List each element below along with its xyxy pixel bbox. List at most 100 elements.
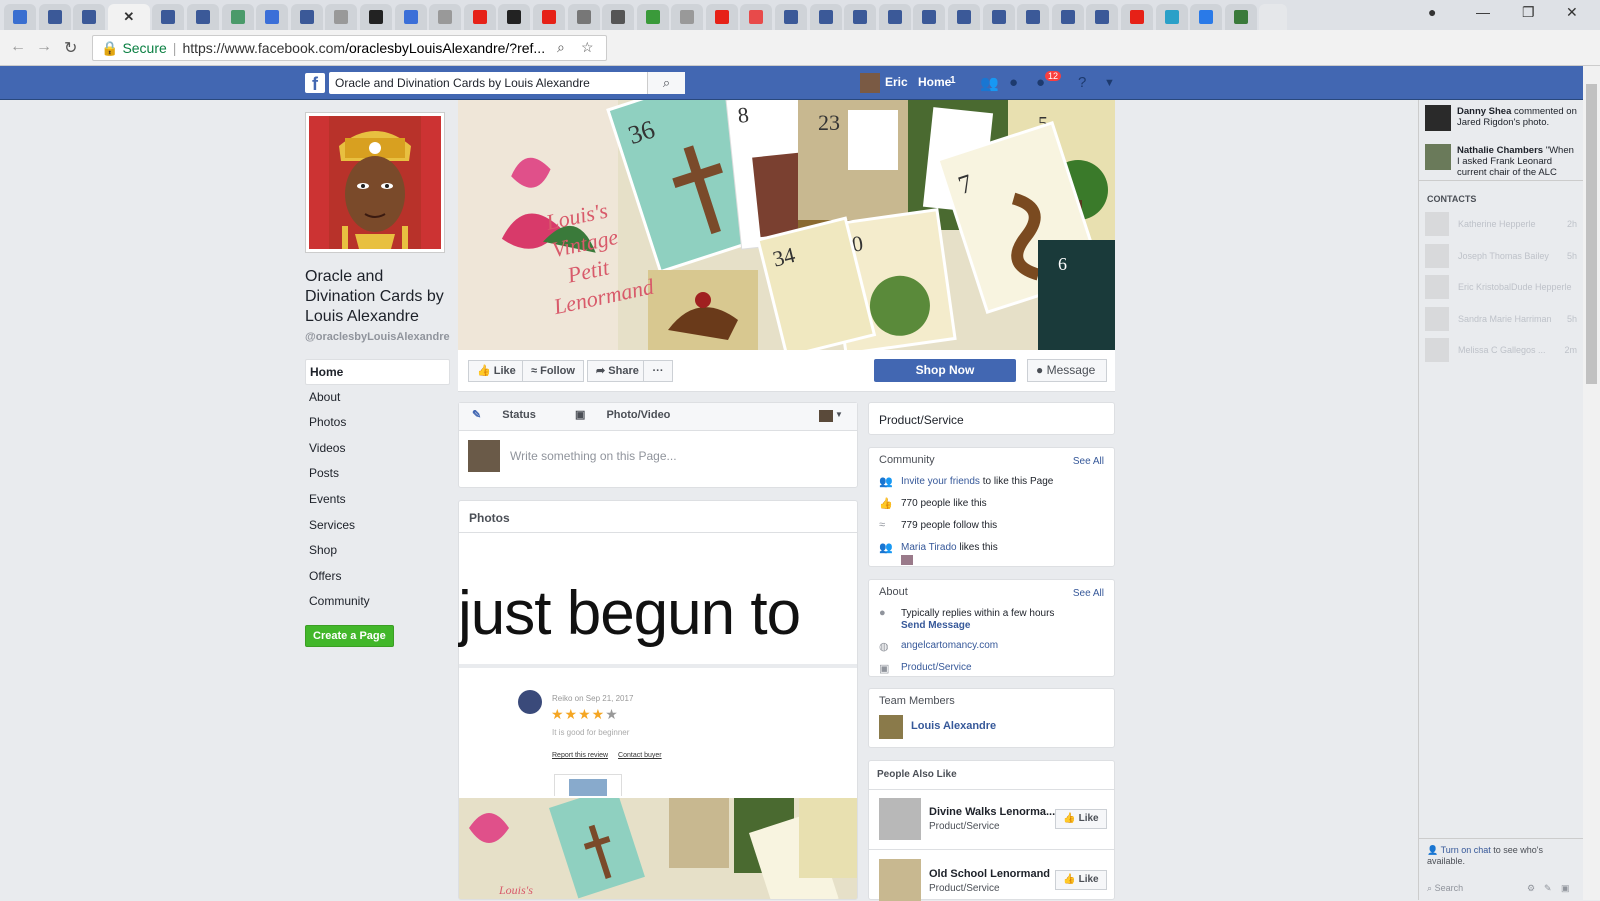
account-menu-icon[interactable]: ▼ bbox=[1104, 77, 1115, 89]
browser-tab[interactable] bbox=[878, 4, 911, 30]
website-link[interactable]: angelcartomancy.com bbox=[901, 640, 998, 651]
profile-icon[interactable]: ● bbox=[1428, 4, 1436, 20]
page-nav-item-home[interactable]: Home bbox=[305, 359, 450, 385]
close-tab-icon[interactable]: ✕ bbox=[122, 9, 136, 24]
search-button-icon[interactable]: ⌕ bbox=[647, 72, 685, 94]
maximize-icon[interactable]: ❐ bbox=[1522, 4, 1535, 21]
browser-tab[interactable] bbox=[740, 4, 773, 30]
message-button[interactable]: ● Message bbox=[1027, 359, 1107, 382]
browser-tab[interactable] bbox=[1121, 4, 1153, 30]
browser-tab[interactable] bbox=[1224, 4, 1257, 30]
invite-friends-link[interactable]: Invite your friends bbox=[901, 476, 980, 487]
browser-tab[interactable] bbox=[463, 4, 496, 30]
team-member-avatar[interactable] bbox=[879, 715, 903, 739]
team-member-link[interactable]: Louis Alexandre bbox=[911, 720, 996, 732]
page-nav-item-services[interactable]: Services bbox=[305, 513, 450, 539]
suggested-page-name[interactable]: Old School Lenormand bbox=[929, 868, 1050, 880]
follow-button[interactable]: ≈ Follow bbox=[522, 360, 584, 382]
photos-title[interactable]: Photos bbox=[469, 511, 510, 525]
reload-icon[interactable]: ↻ bbox=[64, 38, 77, 58]
browser-tab[interactable] bbox=[290, 4, 323, 30]
community-see-all-link[interactable]: See All bbox=[1073, 456, 1104, 467]
page-nav-item-photos[interactable]: Photos bbox=[305, 410, 450, 436]
browser-tab[interactable] bbox=[429, 4, 462, 30]
status-tab[interactable]: ✎ Status bbox=[472, 409, 554, 421]
browser-tab[interactable] bbox=[532, 4, 565, 30]
forward-icon[interactable]: → bbox=[36, 38, 52, 56]
cover-photo[interactable]: 36 8 23 5 7 6 20 34 Louis's Vintage Peti… bbox=[458, 100, 1115, 350]
photo-thumbnail-cover[interactable]: Louis's bbox=[459, 786, 857, 899]
minimize-icon[interactable]: — bbox=[1476, 4, 1490, 20]
browser-tab[interactable] bbox=[705, 4, 738, 30]
page-nav-item-videos[interactable]: Videos bbox=[305, 436, 450, 462]
turn-on-chat-link[interactable]: Turn on chat bbox=[1441, 845, 1491, 855]
bookmark-star-icon[interactable]: ☆ bbox=[581, 39, 594, 56]
page-nav-item-offers[interactable]: Offers bbox=[305, 564, 450, 590]
browser-tab[interactable] bbox=[38, 4, 71, 30]
help-icon[interactable]: ? bbox=[1078, 74, 1086, 91]
browser-tab[interactable] bbox=[602, 4, 635, 30]
user-avatar[interactable] bbox=[860, 73, 880, 93]
browser-tab[interactable] bbox=[1051, 4, 1084, 30]
browser-tab[interactable] bbox=[1190, 4, 1223, 30]
chat-contact[interactable]: Sandra Marie Harriman 5h bbox=[1425, 306, 1585, 331]
url-bar[interactable]: 🔒 Secure | https://www.facebook.com/orac… bbox=[92, 35, 607, 61]
composer-input[interactable]: Write something on this Page... bbox=[510, 449, 677, 463]
browser-tab[interactable] bbox=[152, 4, 185, 30]
share-button[interactable]: ➦ Share bbox=[587, 360, 648, 382]
browser-tab[interactable] bbox=[4, 4, 36, 30]
page-nav-item-posts[interactable]: Posts bbox=[305, 461, 450, 487]
page-nav-item-shop[interactable]: Shop bbox=[305, 538, 450, 564]
suggested-page-like-button[interactable]: 👍 Like bbox=[1055, 870, 1107, 890]
browser-tab[interactable] bbox=[498, 4, 531, 30]
facebook-search-input[interactable]: Oracle and Divination Cards by Louis Ale… bbox=[329, 72, 685, 94]
browser-tab[interactable] bbox=[221, 4, 254, 30]
browser-tab[interactable] bbox=[844, 4, 877, 30]
friend-avatar[interactable] bbox=[901, 555, 913, 565]
chat-contact[interactable]: Eric KristobalDude Hepperle bbox=[1425, 275, 1585, 299]
browser-tab[interactable] bbox=[73, 4, 106, 30]
browser-tab[interactable] bbox=[256, 4, 289, 30]
browser-tab[interactable] bbox=[1086, 4, 1119, 30]
chevron-down-icon[interactable]: ▼ bbox=[835, 410, 843, 419]
browser-tab[interactable] bbox=[1017, 4, 1050, 30]
browser-tab[interactable] bbox=[394, 4, 427, 30]
suggested-page-image[interactable] bbox=[879, 798, 921, 840]
ticker-avatar[interactable] bbox=[1425, 144, 1451, 170]
review-screenshot[interactable]: Reiko on Sep 21, 2017 ★★★★★ It is good f… bbox=[458, 666, 856, 796]
page-nav-item-community[interactable]: Community bbox=[305, 589, 450, 615]
page-nav-item-about[interactable]: About bbox=[305, 385, 450, 411]
compose-icon[interactable]: ✎ bbox=[1544, 883, 1552, 894]
more-options-button[interactable]: ··· bbox=[643, 360, 673, 382]
browser-tab[interactable] bbox=[325, 4, 358, 30]
photo-video-tab[interactable]: ▣ Photo/Video bbox=[575, 409, 688, 421]
browser-tab[interactable] bbox=[636, 4, 669, 30]
browser-tab[interactable] bbox=[567, 4, 600, 30]
suggested-page-like-button[interactable]: 👍 Like bbox=[1055, 809, 1107, 829]
about-see-all-link[interactable]: See All bbox=[1073, 588, 1104, 599]
create-page-button[interactable]: Create a Page bbox=[305, 624, 394, 647]
facebook-logo-icon[interactable]: f bbox=[305, 73, 325, 94]
browser-tab[interactable] bbox=[809, 4, 842, 30]
chat-settings-icon[interactable]: ⚙ bbox=[1527, 883, 1535, 894]
composer-avatar-selector[interactable] bbox=[819, 410, 833, 422]
chat-contact[interactable]: Joseph Thomas Bailey 5h bbox=[1425, 243, 1585, 268]
chat-contact[interactable]: Melissa C Gallegos ... 2m bbox=[1425, 338, 1585, 362]
shop-now-button[interactable]: Shop Now bbox=[874, 359, 1016, 382]
chat-contact[interactable]: Katherine Hepperle 2h bbox=[1425, 212, 1585, 236]
close-window-icon[interactable]: ✕ bbox=[1566, 4, 1578, 21]
send-message-link[interactable]: Send Message bbox=[901, 620, 970, 631]
browser-tab[interactable] bbox=[775, 4, 808, 30]
home-link[interactable]: Home bbox=[918, 75, 951, 89]
new-tab-button[interactable] bbox=[1259, 4, 1288, 30]
about-category-link[interactable]: Product/Service bbox=[901, 662, 972, 673]
search-icon[interactable]: ⌕ bbox=[557, 39, 565, 56]
page-title[interactable]: Oracle and Divination Cards by Louis Ale… bbox=[305, 267, 450, 327]
ticker-item[interactable]: Danny Shea commented on Jared Rigdon's p… bbox=[1457, 106, 1579, 128]
ticker-avatar[interactable] bbox=[1425, 105, 1451, 131]
browser-tab[interactable] bbox=[186, 4, 219, 30]
active-tab[interactable]: ✕ bbox=[107, 4, 150, 30]
browser-tab[interactable] bbox=[948, 4, 981, 30]
browser-tab[interactable] bbox=[982, 4, 1015, 30]
chat-search-input[interactable]: ⌕ Search bbox=[1427, 883, 1463, 894]
